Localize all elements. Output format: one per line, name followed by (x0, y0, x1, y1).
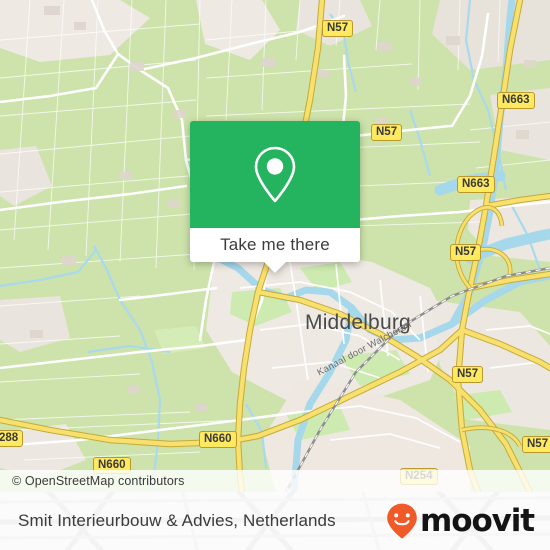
road-shield: N57 (450, 244, 482, 262)
popup-pointer-tail (264, 262, 286, 273)
moovit-pin-icon (387, 503, 417, 539)
map-attribution[interactable]: © OpenStreetMap contributors (0, 470, 550, 492)
moovit-wordmark: moovit (420, 502, 535, 539)
popup-action-area[interactable]: Take me there (190, 228, 360, 273)
screenshot-root: Middelburg Kanaal door Walcheren N57 N663… (0, 0, 550, 550)
road-shield: N57 (322, 20, 354, 38)
road-shield: 288 (0, 430, 24, 448)
road-shield: N57 (452, 366, 484, 384)
take-me-there-button[interactable]: Take me there (220, 235, 330, 255)
road-shield: N57 (522, 436, 550, 454)
map-pin-icon (254, 146, 296, 202)
popup-icon-area (190, 121, 360, 228)
road-shield: N663 (457, 176, 495, 194)
road-shield: N663 (497, 92, 535, 110)
road-shield: N57 (371, 124, 403, 142)
footer-place-title: Smit Interieurbouw & Advies, Netherlands (18, 511, 336, 530)
road-shield: N660 (199, 431, 237, 449)
location-popup-card[interactable]: Take me there (190, 121, 360, 273)
moovit-logo[interactable]: moovit (385, 502, 535, 540)
attribution-text: © OpenStreetMap contributors (12, 474, 185, 488)
footer-bar: Smit Interieurbouw & Advies, Netherlands… (0, 492, 550, 550)
